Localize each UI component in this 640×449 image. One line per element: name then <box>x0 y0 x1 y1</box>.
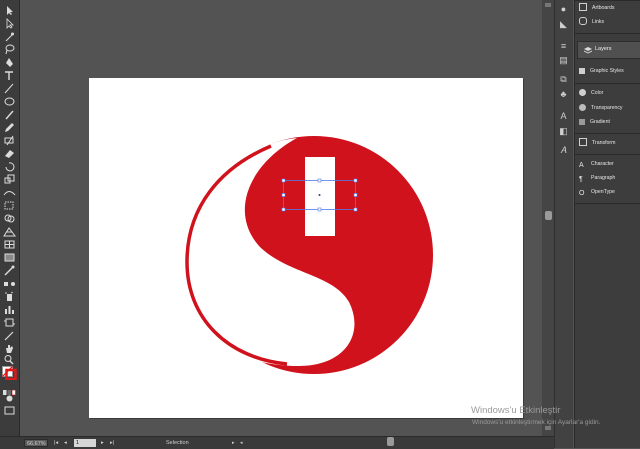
layers-panel-tab[interactable]: Layers <box>577 41 640 59</box>
paintbrush-tool-icon[interactable] <box>3 109 16 120</box>
blend-tool-icon[interactable] <box>3 278 16 289</box>
pencil-tool-icon[interactable] <box>3 122 16 133</box>
layers-label: Layers <box>595 46 612 52</box>
brushes-icon[interactable]: ● <box>558 4 569 15</box>
transform-icon <box>579 138 587 146</box>
current-tool-label[interactable]: Selection <box>166 438 189 448</box>
vertical-scrollbar[interactable] <box>542 0 554 436</box>
gradient-icon <box>579 119 585 125</box>
panel-label: Graphic Styles <box>590 68 624 74</box>
panel-color[interactable]: Color <box>579 86 603 100</box>
panel-label: Links <box>592 19 605 25</box>
panel-character[interactable]: A Character <box>579 157 614 171</box>
opentype-icon: O <box>579 190 585 197</box>
eyedropper-tool-icon[interactable] <box>3 265 16 276</box>
status-prev-arrow-icon[interactable]: ◂ <box>240 438 243 448</box>
scale-tool-icon[interactable] <box>3 174 16 185</box>
shape-builder-tool-icon[interactable] <box>3 213 16 224</box>
panel-artboards[interactable]: Artboards <box>579 1 615 15</box>
layers-icon <box>583 46 593 54</box>
artboards-icon <box>579 3 587 11</box>
last-artboard-button[interactable]: ▸| <box>110 438 114 448</box>
white-rectangle[interactable] <box>305 157 335 236</box>
width-tool-icon[interactable] <box>3 187 16 198</box>
pathfinder-icon[interactable]: ⧉ <box>558 74 569 85</box>
libraries-icon[interactable]: ◧ <box>558 126 569 137</box>
slice-tool-icon[interactable] <box>3 330 16 341</box>
horizontal-scroll-thumb[interactable] <box>387 437 394 446</box>
yin-yang-artwork[interactable] <box>89 78 523 418</box>
panel-transform[interactable]: Transform <box>579 136 615 150</box>
eraser-tool-icon[interactable] <box>3 148 16 159</box>
scroll-down-arrow[interactable] <box>545 426 551 430</box>
line-tool-icon[interactable] <box>3 83 16 94</box>
status-bar: 66,67% |◂ ◂ 1 ▸ ▸| Selection ▸ ◂ <box>0 436 554 449</box>
symbol-sprayer-tool-icon[interactable] <box>3 291 16 302</box>
panel-dock-strip <box>554 0 573 448</box>
panel-label: Paragraph <box>591 175 616 181</box>
column-graph-tool-icon[interactable] <box>3 304 16 315</box>
next-artboard-button[interactable]: ▸ <box>101 438 104 448</box>
previous-artboard-button[interactable]: ◂ <box>64 438 67 448</box>
appearance-icon[interactable]: ♣ <box>558 89 569 100</box>
pen-tool-icon[interactable] <box>3 57 16 68</box>
artboard[interactable] <box>89 78 523 418</box>
vertical-scroll-thumb[interactable] <box>545 211 552 220</box>
tools-panel <box>0 0 20 436</box>
paragraph-icon: ¶ <box>579 176 583 183</box>
shaper-tool-icon[interactable] <box>3 135 16 146</box>
align-icon[interactable]: ▤ <box>558 55 569 66</box>
free-transform-tool-icon[interactable] <box>3 200 16 211</box>
draw-mode-icon[interactable] <box>3 393 16 404</box>
artboard-number-field[interactable]: 1 <box>74 439 96 447</box>
direct-selection-tool-icon[interactable] <box>3 18 16 29</box>
magic-wand-tool-icon[interactable] <box>3 31 16 42</box>
panel-graphic-styles[interactable]: Graphic Styles <box>579 64 624 78</box>
zoom-level-field[interactable]: 66,67% <box>24 439 48 447</box>
transparency-icon <box>579 104 586 111</box>
panels-column: Artboards Links Swatches Graphic Styles … <box>574 0 640 448</box>
status-arrow-icon[interactable]: ▸ <box>232 438 235 448</box>
graphic-styles-icon <box>579 68 585 74</box>
activation-watermark-subtitle: Windows'u etkinleştirmek için Ayarlar'a … <box>472 419 601 426</box>
panel-label: Character <box>591 161 614 167</box>
panel-opentype[interactable]: O OpenType <box>579 185 615 199</box>
panel-links[interactable]: Links <box>579 15 604 29</box>
symbols-icon[interactable]: ◣ <box>558 19 569 30</box>
lasso-tool-icon[interactable] <box>3 44 16 55</box>
zoom-tool-icon[interactable] <box>3 354 16 365</box>
color-mode-buttons[interactable] <box>3 383 16 396</box>
links-icon <box>579 17 587 25</box>
activation-watermark-title: Windows'u Etkinleştir <box>471 405 561 416</box>
panel-transparency[interactable]: Transparency <box>579 101 623 115</box>
document-canvas[interactable] <box>20 0 542 436</box>
perspective-grid-tool-icon[interactable] <box>3 226 16 237</box>
character-icon: A <box>579 162 584 169</box>
mesh-tool-icon[interactable] <box>3 239 16 250</box>
panel-gradient[interactable]: Gradient <box>579 115 610 129</box>
screen-mode-icon[interactable] <box>3 405 16 416</box>
panel-label: Transform <box>592 140 616 146</box>
hand-tool-icon[interactable] <box>3 343 16 354</box>
type-styles-icon[interactable]: 𝐴 <box>558 145 569 156</box>
fill-stroke-swatches[interactable] <box>2 366 17 381</box>
selection-tool-icon[interactable] <box>3 5 16 16</box>
gradient-tool-icon[interactable] <box>3 252 16 263</box>
glyphs-icon[interactable]: A <box>558 111 569 122</box>
panel-label: Color <box>591 90 604 96</box>
color-icon <box>579 89 586 96</box>
panel-label: Transparency <box>591 105 623 111</box>
stroke-icon[interactable]: ≡ <box>558 41 569 52</box>
panel-label: OpenType <box>591 189 615 195</box>
artboard-tool-icon[interactable] <box>3 317 16 328</box>
rotate-tool-icon[interactable] <box>3 161 16 172</box>
panel-label: Gradient <box>590 119 610 125</box>
ellipse-tool-icon[interactable] <box>3 96 16 107</box>
scroll-up-arrow[interactable] <box>545 3 551 7</box>
type-tool-icon[interactable] <box>3 70 16 81</box>
first-artboard-button[interactable]: |◂ <box>54 438 58 448</box>
panel-paragraph[interactable]: ¶ Paragraph <box>579 171 615 185</box>
panel-label: Artboards <box>592 5 615 11</box>
